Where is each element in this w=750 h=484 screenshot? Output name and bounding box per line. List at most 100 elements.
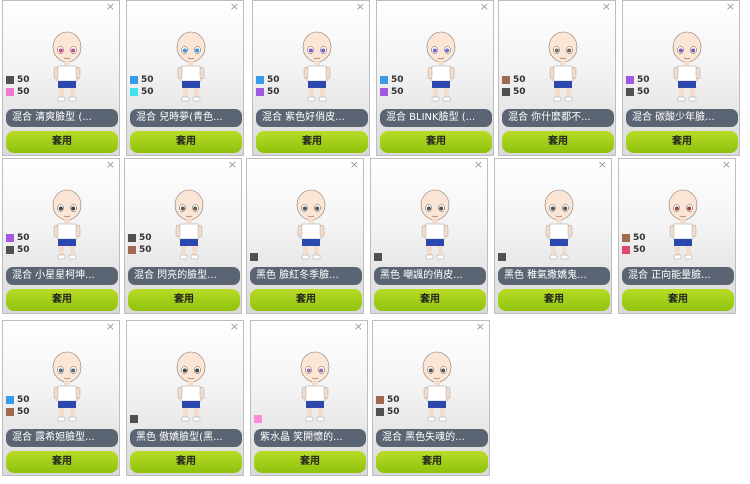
face-card[interactable]: × 黑色 稚氣撒嬌鬼... 套用 bbox=[494, 158, 612, 314]
close-icon[interactable]: × bbox=[106, 321, 115, 333]
apply-button[interactable]: 套用 bbox=[374, 289, 486, 311]
color-swatch bbox=[626, 76, 634, 84]
close-icon[interactable]: × bbox=[354, 321, 363, 333]
avatar bbox=[423, 31, 459, 103]
color-swatches bbox=[254, 413, 265, 425]
color-ratio: 50 bbox=[17, 395, 30, 405]
color-swatch-row: 50 bbox=[6, 394, 30, 406]
close-icon[interactable]: × bbox=[726, 1, 735, 13]
apply-button[interactable]: 套用 bbox=[6, 451, 118, 473]
color-swatch-row: 50 bbox=[376, 394, 400, 406]
color-swatch bbox=[256, 88, 264, 96]
face-name: 黑色 嘲諷的俏皮... bbox=[374, 267, 486, 285]
color-swatch-row: 50 bbox=[380, 74, 404, 86]
color-swatch-row: 50 bbox=[6, 232, 30, 244]
apply-button[interactable]: 套用 bbox=[6, 131, 118, 153]
face-card[interactable]: × 黑色 臉紅冬季臉... 套用 bbox=[246, 158, 364, 314]
face-card[interactable]: × 50 50 混合 碳酸少年臉... 套用 bbox=[622, 0, 740, 156]
color-swatch-row: 50 bbox=[130, 86, 154, 98]
avatar bbox=[171, 189, 207, 261]
apply-button[interactable]: 套用 bbox=[502, 131, 614, 153]
color-swatch bbox=[376, 396, 384, 404]
color-swatch bbox=[254, 415, 262, 423]
color-swatch-row: 50 bbox=[626, 86, 650, 98]
character-avatar bbox=[668, 189, 698, 260]
avatar bbox=[173, 31, 209, 103]
color-swatch bbox=[622, 234, 630, 242]
character-avatar bbox=[52, 351, 82, 422]
apply-button[interactable]: 套用 bbox=[250, 289, 362, 311]
apply-button[interactable]: 套用 bbox=[622, 289, 734, 311]
color-ratio: 50 bbox=[513, 87, 526, 97]
apply-button[interactable]: 套用 bbox=[256, 131, 368, 153]
apply-button[interactable]: 套用 bbox=[376, 451, 488, 473]
color-ratio: 50 bbox=[139, 233, 152, 243]
color-swatch-row: 50 bbox=[128, 244, 152, 256]
avatar bbox=[297, 351, 333, 423]
apply-button[interactable]: 套用 bbox=[128, 289, 240, 311]
apply-button[interactable]: 套用 bbox=[498, 289, 610, 311]
close-icon[interactable]: × bbox=[106, 159, 115, 171]
close-icon[interactable]: × bbox=[350, 159, 359, 171]
color-ratio: 50 bbox=[17, 407, 30, 417]
close-icon[interactable]: × bbox=[598, 159, 607, 171]
face-name: 混合 露希妲臉型... bbox=[6, 429, 118, 447]
character-avatar bbox=[296, 189, 326, 260]
face-card[interactable]: × 50 50 混合 露希妲臉型... 套用 bbox=[2, 320, 120, 476]
close-icon[interactable]: × bbox=[602, 1, 611, 13]
color-ratio: 50 bbox=[387, 395, 400, 405]
color-swatch-row: 50 bbox=[380, 86, 404, 98]
close-icon[interactable]: × bbox=[480, 1, 489, 13]
color-ratio: 50 bbox=[17, 245, 30, 255]
avatar bbox=[173, 351, 209, 423]
apply-button[interactable]: 套用 bbox=[130, 131, 242, 153]
face-name: 混合 正向能量臉... bbox=[622, 267, 734, 285]
face-name: 混合 清爽臉型 (... bbox=[6, 109, 118, 127]
color-swatches: 50 50 bbox=[256, 74, 280, 98]
close-icon[interactable]: × bbox=[474, 159, 483, 171]
color-ratio: 50 bbox=[633, 245, 646, 255]
face-card[interactable]: × 50 50 混合 BLINK臉型 (... 套用 bbox=[376, 0, 494, 156]
apply-button[interactable]: 套用 bbox=[626, 131, 738, 153]
color-swatch bbox=[380, 88, 388, 96]
close-icon[interactable]: × bbox=[230, 321, 239, 333]
close-icon[interactable]: × bbox=[228, 159, 237, 171]
face-card[interactable]: × 50 50 混合 黑色失魂的... 套用 bbox=[372, 320, 490, 476]
color-swatches bbox=[498, 251, 509, 263]
close-icon[interactable]: × bbox=[230, 1, 239, 13]
color-swatch bbox=[376, 408, 384, 416]
face-card[interactable]: × 50 50 混合 你什麼都不... 套用 bbox=[498, 0, 616, 156]
apply-button[interactable]: 套用 bbox=[130, 451, 242, 473]
face-name: 混合 兒時夢(青色... bbox=[130, 109, 242, 127]
close-icon[interactable]: × bbox=[106, 1, 115, 13]
color-ratio: 50 bbox=[637, 87, 650, 97]
color-swatches: 50 50 bbox=[622, 232, 646, 256]
color-swatch bbox=[502, 88, 510, 96]
face-card[interactable]: × 黑色 傲嬌臉型(黑... 套用 bbox=[126, 320, 244, 476]
face-name: 黑色 傲嬌臉型(黑... bbox=[130, 429, 242, 447]
face-card[interactable]: × 50 50 混合 兒時夢(青色... 套用 bbox=[126, 0, 244, 156]
close-icon[interactable]: × bbox=[356, 1, 365, 13]
face-card[interactable]: × 50 50 混合 閃亮的臉型... 套用 bbox=[124, 158, 242, 314]
face-card[interactable]: × 50 50 混合 小星星柯坤... 套用 bbox=[2, 158, 120, 314]
close-icon[interactable]: × bbox=[476, 321, 485, 333]
color-ratio: 50 bbox=[391, 87, 404, 97]
color-swatch-row: 50 bbox=[6, 86, 30, 98]
face-card[interactable]: × 50 50 混合 清爽臉型 (... 套用 bbox=[2, 0, 120, 156]
avatar bbox=[545, 31, 581, 103]
apply-button[interactable]: 套用 bbox=[254, 451, 366, 473]
face-card[interactable]: × 50 50 混合 紫色好俏皮... 套用 bbox=[252, 0, 370, 156]
face-card[interactable]: × 紫水晶 笑開懷的... 套用 bbox=[250, 320, 368, 476]
avatar bbox=[417, 189, 453, 261]
color-swatch-row: 50 bbox=[622, 232, 646, 244]
close-icon[interactable]: × bbox=[722, 159, 731, 171]
apply-button[interactable]: 套用 bbox=[380, 131, 492, 153]
face-card[interactable]: × 50 50 混合 正向能量臉... 套用 bbox=[618, 158, 736, 314]
character-avatar bbox=[300, 351, 330, 422]
color-ratio: 50 bbox=[637, 75, 650, 85]
face-card[interactable]: × 黑色 嘲諷的俏皮... 套用 bbox=[370, 158, 488, 314]
apply-button[interactable]: 套用 bbox=[6, 289, 118, 311]
color-swatches: 50 50 bbox=[380, 74, 404, 98]
color-ratio: 50 bbox=[141, 75, 154, 85]
face-name: 黑色 稚氣撒嬌鬼... bbox=[498, 267, 610, 285]
